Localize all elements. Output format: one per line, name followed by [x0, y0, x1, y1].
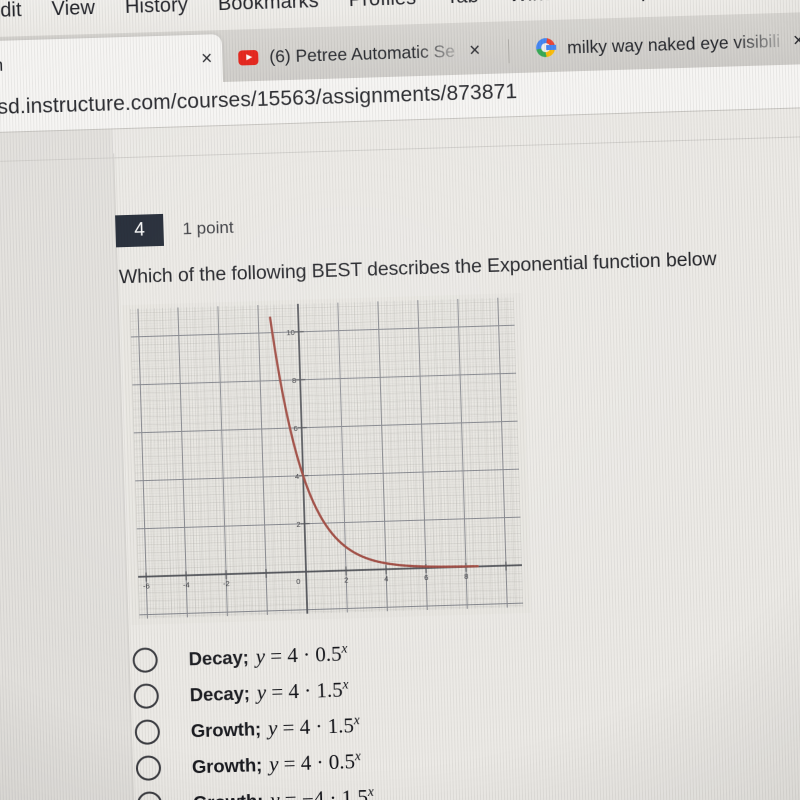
ytick-label-2: 2	[296, 520, 300, 529]
option-label-2: Decay; y = 4 · 1.5x	[189, 676, 349, 707]
question-number-badge: 4	[115, 213, 165, 248]
screen-photo: Edit View History Bookmarks Profiles Tab…	[0, 0, 800, 800]
tab-exam-close-icon[interactable]: ×	[201, 48, 213, 69]
option-1-word: Decay;	[188, 646, 250, 670]
question-block: 4 1 point Which of the following BEST de…	[115, 194, 800, 289]
ytick-label-8: 8	[292, 376, 296, 385]
option-4-word: Growth;	[191, 754, 263, 778]
xtick-label-6: 6	[424, 573, 428, 582]
menu-item-profiles[interactable]: Profiles	[348, 0, 416, 12]
option-4-equation: y = 4 · 0.5x	[268, 748, 362, 776]
youtube-icon	[238, 47, 259, 68]
option-2-word: Decay;	[189, 682, 251, 706]
radio-option-5[interactable]	[136, 790, 163, 800]
menu-item-history[interactable]: History	[125, 0, 189, 18]
option-2-equation: y = 4 · 1.5x	[256, 676, 349, 705]
xtick-label--6: -6	[143, 581, 150, 590]
ytick-label-6: 6	[293, 424, 297, 433]
browser-window: Edit View History Bookmarks Profiles Tab…	[0, 0, 800, 800]
page-left-gutter	[0, 129, 135, 800]
tab-petree-close-icon[interactable]: ×	[469, 40, 481, 61]
answer-options: Decay; y = 4 · 0.5x Decay; y = 4 · 1.5x …	[130, 627, 655, 800]
tab-separator	[507, 39, 510, 64]
ytick-label-4: 4	[295, 472, 299, 481]
tab-milkyway-title: milky way naked eye visibility -	[566, 30, 780, 57]
option-3-equation: y = 4 · 1.5x	[267, 712, 360, 740]
exponential-graph-svg: -6 -4 -2 0 2 4 6 8 10 8 6 4 2	[121, 292, 532, 626]
menu-item-bookmarks[interactable]: Bookmarks	[218, 0, 320, 16]
xtick-label-2: 2	[344, 575, 348, 584]
xtick-label-8: 8	[464, 572, 468, 581]
question-points: 1 point	[182, 217, 234, 239]
radio-option-1[interactable]	[132, 646, 159, 673]
tab-exam-title: Exam	[0, 54, 4, 76]
radio-option-2[interactable]	[133, 682, 160, 709]
menu-item-window[interactable]: Window	[508, 0, 580, 7]
tab-milkyway[interactable]: milky way naked eye visibility - ×	[521, 16, 800, 73]
page-top-rule	[0, 134, 800, 163]
tab-petree-title: (6) Petree Automatic Self-Clea	[268, 40, 456, 67]
google-icon	[535, 37, 557, 59]
url-text: usd.instructure.com/courses/15563/assign…	[0, 80, 518, 120]
xtick-label--4: -4	[183, 580, 190, 589]
option-5-equation: y = −4 · 1.5x	[269, 783, 374, 800]
menu-item-tab[interactable]: Tab	[446, 0, 479, 9]
option-label-1: Decay; y = 4 · 0.5x	[188, 640, 348, 671]
option-label-4: Growth; y = 4 · 0.5x	[192, 748, 362, 779]
menu-item-edit[interactable]: Edit	[0, 0, 22, 23]
xtick-label-0: 0	[296, 577, 300, 586]
tab-petree[interactable]: (6) Petree Automatic Self-Clea ×	[224, 25, 503, 81]
option-1-equation: y = 4 · 0.5x	[255, 640, 348, 669]
question-header: 4 1 point	[115, 194, 800, 248]
option-label-3: Growth; y = 4 · 1.5x	[190, 712, 360, 743]
xtick-label--2: -2	[223, 579, 230, 588]
radio-option-4[interactable]	[135, 754, 162, 781]
question-prompt: Which of the following BEST describes th…	[118, 248, 717, 289]
exponential-graph-figure: -6 -4 -2 0 2 4 6 8 10 8 6 4 2	[121, 292, 532, 626]
tab-milkyway-close-icon[interactable]: ×	[793, 30, 800, 51]
menu-item-view[interactable]: View	[51, 0, 95, 21]
option-3-word: Growth;	[190, 718, 262, 742]
ytick-label-10: 10	[286, 328, 295, 337]
xtick-label-4: 4	[384, 574, 388, 583]
page-content: 4 1 point Which of the following BEST de…	[0, 106, 800, 800]
radio-option-3[interactable]	[134, 718, 161, 745]
option-5-word: Growth;	[193, 790, 264, 800]
menu-item-help[interactable]: Help	[610, 0, 652, 4]
option-label-5: Growth; y = −4 · 1.5x	[193, 784, 375, 800]
